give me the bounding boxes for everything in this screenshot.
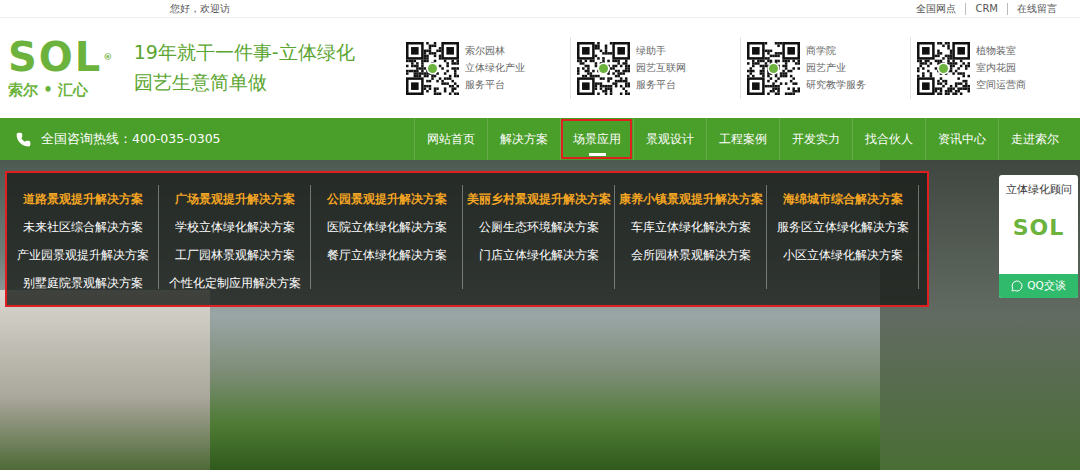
qr-line: 植物装室 [976, 44, 1026, 58]
nav-item[interactable]: 景观设计 [633, 118, 706, 160]
header: SOL® 索尔 • 汇心 19年就干一件事-立体绿化园艺生意简单做 索尔园林立体绿化产… [0, 18, 1080, 118]
registered-mark: ® [103, 52, 114, 62]
nav-bar: 全国咨询热线：400-035-0305 网站首页解决方案场景应用景观设计工程案例开… [0, 118, 1080, 160]
dropdown-item[interactable]: 车库立体绿化解决方案 [631, 213, 751, 241]
qr-code-icon [577, 42, 630, 95]
dropdown-item[interactable]: 学校立体绿化解决方案 [175, 213, 295, 241]
top-link[interactable]: CRM [965, 3, 1007, 15]
logo-name: 索尔 • 汇心 [8, 81, 88, 100]
logo[interactable]: SOL® 索尔 • 汇心 [8, 37, 126, 100]
dropdown-column: 海绵城市综合解决方案服务区立体绿化解决方案小区立体绿化解决方案 [767, 185, 919, 289]
slogan: 19年就干一件事-立体绿化园艺生意简单做 [134, 40, 392, 96]
qr-line: 园艺产业 [806, 61, 866, 75]
page: 您好，欢迎访全国网点CRM在线留言SOL®索尔 • 汇心19年就干一件事-立体绿… [0, 0, 1080, 470]
logo-mark: SOL® [8, 37, 114, 77]
qr-code-icon [917, 42, 970, 95]
top-link[interactable]: 全国网点 [907, 3, 965, 15]
dropdown-column: 公园景观提升解决方案医院立体绿化解决方案餐厅立体绿化解决方案 [311, 185, 463, 289]
qr-text: 绿助手园艺互联网服务平台 [636, 44, 686, 92]
nav-item[interactable]: 走进索尔 [998, 118, 1071, 160]
qr-line: 研究教学服务 [806, 78, 866, 92]
qr-line: 商学院 [806, 44, 866, 58]
dropdown-item[interactable]: 餐厅立体绿化解决方案 [327, 241, 447, 269]
qr-line: 绿助手 [636, 44, 686, 58]
nav-item[interactable]: 资讯中心 [925, 118, 998, 160]
slogan-line: 19年就干一件事-立体绿化 [134, 40, 392, 66]
nav-item[interactable]: 工程案例 [706, 118, 779, 160]
qr-line: 服务平台 [636, 78, 686, 92]
qr-text: 植物装室室内花园空间运营商 [976, 44, 1026, 92]
greeting: 您好，欢迎访 [170, 2, 230, 16]
phone-icon [16, 132, 31, 147]
dropdown-item[interactable]: 产业园景观提升解决方案 [17, 241, 149, 269]
dropdown-column: 康养小镇景观提升解决方案车库立体绿化解决方案会所园林景观解决方案 [615, 185, 767, 289]
qq-button[interactable]: QQ交谈 [999, 274, 1078, 298]
dropdown-item[interactable]: 公厕生态环境解决方案 [479, 213, 599, 241]
dropdown-item[interactable]: 会所园林景观解决方案 [631, 241, 751, 269]
qr-line: 服务平台 [465, 78, 525, 92]
dropdown-column: 美丽乡村景观提升解决方案公厕生态环境解决方案门店立体绿化解决方案 [463, 185, 615, 289]
nav-item[interactable]: 场景应用 [560, 118, 633, 160]
nav-item[interactable]: 解决方案 [487, 118, 560, 160]
dropdown-title[interactable]: 道路景观提升解决方案 [23, 185, 143, 213]
hero-banner: 道路景观提升解决方案未来社区综合解决方案产业园景观提升解决方案别墅庭院景观解决方… [0, 160, 1080, 470]
qr-group[interactable]: 绿助手园艺互联网服务平台 [570, 37, 740, 99]
dropdown-title[interactable]: 康养小镇景观提升解决方案 [619, 185, 763, 213]
banner-building [0, 290, 210, 470]
dropdown-column: 道路景观提升解决方案未来社区综合解决方案产业园景观提升解决方案别墅庭院景观解决方… [7, 185, 159, 289]
nav-item[interactable]: 找合伙人 [852, 118, 925, 160]
dropdown-item[interactable]: 个性化定制应用解决方案 [169, 269, 301, 297]
dropdown-item[interactable]: 工厂园林景观解决方案 [175, 241, 295, 269]
top-links: 全国网点CRM在线留言 [907, 3, 1066, 15]
consultant-widget: 立体绿化顾问 SOL QQ交谈 [999, 175, 1078, 298]
qr-text: 商学院园艺产业研究教学服务 [806, 44, 866, 92]
hotline: 全国咨询热线：400-035-0305 [16, 131, 414, 148]
dropdown-title[interactable]: 广场景观提升解决方案 [175, 185, 295, 213]
qr-text: 索尔园林立体绿化产业服务平台 [465, 44, 525, 92]
qr-row: 索尔园林立体绿化产业服务平台绿助手园艺互联网服务平台商学院园艺产业研究教学服务植… [400, 37, 1080, 99]
dropdown-title[interactable]: 美丽乡村景观提升解决方案 [467, 185, 611, 213]
dropdown-title[interactable]: 公园景观提升解决方案 [327, 185, 447, 213]
qr-line: 园艺互联网 [636, 61, 686, 75]
chat-icon [1011, 280, 1023, 292]
nav-item[interactable]: 开发实力 [779, 118, 852, 160]
widget-logo: SOL [1013, 215, 1065, 240]
dropdown-item[interactable]: 未来社区综合解决方案 [23, 213, 143, 241]
dropdown-item[interactable]: 门店立体绿化解决方案 [479, 241, 599, 269]
nav-item[interactable]: 网站首页 [414, 118, 487, 160]
qr-line: 空间运营商 [976, 78, 1026, 92]
dropdown-item[interactable]: 小区立体绿化解决方案 [783, 241, 903, 269]
dropdown-menu: 道路景观提升解决方案未来社区综合解决方案产业园景观提升解决方案别墅庭院景观解决方… [5, 171, 929, 307]
dropdown-item[interactable]: 别墅庭院景观解决方案 [23, 269, 143, 297]
qr-group[interactable]: 植物装室室内花园空间运营商 [910, 37, 1080, 99]
dropdown-item[interactable]: 医院立体绿化解决方案 [327, 213, 447, 241]
top-bar: 您好，欢迎访 全国网点CRM在线留言 [0, 0, 1080, 18]
qr-line: 室内花园 [976, 61, 1026, 75]
hotline-text: 全国咨询热线：400-035-0305 [41, 131, 221, 148]
dropdown-item[interactable]: 服务区立体绿化解决方案 [777, 213, 909, 241]
qr-code-icon [747, 42, 800, 95]
widget-title: 立体绿化顾问 [1006, 175, 1072, 197]
slogan-line: 园艺生意简单做 [134, 70, 392, 96]
qr-group[interactable]: 索尔园林立体绿化产业服务平台 [400, 37, 570, 99]
qr-line: 立体绿化产业 [465, 61, 525, 75]
dropdown-column: 广场景观提升解决方案学校立体绿化解决方案工厂园林景观解决方案个性化定制应用解决方… [159, 185, 311, 289]
top-link[interactable]: 在线留言 [1007, 3, 1066, 15]
qr-code-icon [406, 42, 459, 95]
dropdown-title[interactable]: 海绵城市综合解决方案 [783, 185, 903, 213]
nav-list: 网站首页解决方案场景应用景观设计工程案例开发实力找合伙人资讯中心走进索尔 [414, 118, 1071, 160]
qr-line: 索尔园林 [465, 44, 525, 58]
qr-group[interactable]: 商学院园艺产业研究教学服务 [740, 37, 910, 99]
